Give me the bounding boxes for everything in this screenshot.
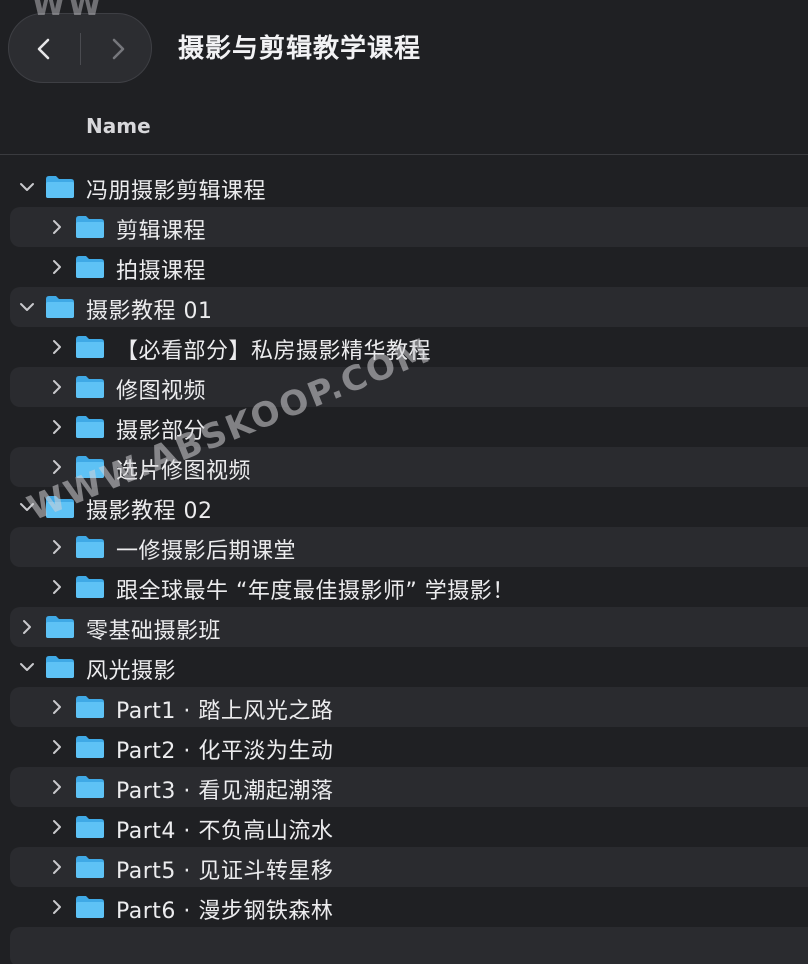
forward-button[interactable] <box>81 14 153 84</box>
folder-icon <box>76 816 104 838</box>
window-title: 摄影与剪辑教学课程 <box>178 34 422 64</box>
chevron-down-icon[interactable] <box>18 658 36 676</box>
chevron-right-icon[interactable] <box>48 378 66 396</box>
chevron-down-icon[interactable] <box>18 178 36 196</box>
folder-row[interactable]: 摄影部分 <box>0 407 808 447</box>
folder-row[interactable]: 拍摄课程 <box>0 247 808 287</box>
folder-icon <box>76 696 104 718</box>
column-header-name[interactable]: Name <box>86 114 151 138</box>
folder-name: 剪辑课程 <box>116 219 207 244</box>
folder-row[interactable]: 跟全球最牛 “年度最佳摄影师” 学摄影！ <box>0 567 808 607</box>
chevron-right-icon[interactable] <box>48 258 66 276</box>
chevron-right-icon[interactable] <box>48 218 66 236</box>
folder-icon <box>76 256 104 278</box>
folder-icon <box>76 736 104 758</box>
chevron-left-icon <box>37 38 50 60</box>
folder-name: 修图视频 <box>116 379 207 404</box>
empty-row <box>0 927 808 964</box>
folder-icon <box>76 216 104 238</box>
folder-name: Part2 · 化平淡为生动 <box>116 739 334 764</box>
folder-row[interactable]: 摄影教程 01 <box>0 287 808 327</box>
folder-name: 零基础摄影班 <box>86 619 222 644</box>
chevron-right-icon[interactable] <box>48 818 66 836</box>
folder-name: Part6 · 漫步钢铁森林 <box>116 899 334 924</box>
folder-icon <box>46 616 74 638</box>
folder-row[interactable]: 一修摄影后期课堂 <box>0 527 808 567</box>
back-button[interactable] <box>9 14 81 84</box>
folder-name: 跟全球最牛 “年度最佳摄影师” 学摄影！ <box>116 579 515 604</box>
folder-name: Part1 · 踏上风光之路 <box>116 699 334 724</box>
folder-icon <box>76 896 104 918</box>
chevron-right-icon <box>112 38 125 60</box>
folder-icon <box>46 296 74 318</box>
chevron-right-icon[interactable] <box>48 858 66 876</box>
folder-row[interactable]: 零基础摄影班 <box>0 607 808 647</box>
row-stripe <box>10 927 808 964</box>
folder-row[interactable]: 冯朋摄影剪辑课程 <box>0 167 808 207</box>
chevron-right-icon[interactable] <box>48 538 66 556</box>
folder-row[interactable]: Part6 · 漫步钢铁森林 <box>0 887 808 927</box>
folder-row[interactable]: 风光摄影 <box>0 647 808 687</box>
folder-row[interactable]: Part5 · 见证斗转星移 <box>0 847 808 887</box>
folder-name: Part4 · 不负高山流水 <box>116 819 334 844</box>
file-list: 冯朋摄影剪辑课程 剪辑课程 拍摄课程 摄影教程 01 【必看部分】私房摄影精华教程 修图视… <box>0 167 808 964</box>
navigation-buttons <box>8 13 152 83</box>
chevron-right-icon[interactable] <box>48 458 66 476</box>
folder-name: Part5 · 见证斗转星移 <box>116 859 334 884</box>
chevron-right-icon[interactable] <box>48 338 66 356</box>
folder-icon <box>76 336 104 358</box>
folder-name: 一修摄影后期课堂 <box>116 539 297 564</box>
folder-row[interactable]: Part3 · 看见潮起潮落 <box>0 767 808 807</box>
chevron-down-icon[interactable] <box>18 298 36 316</box>
folder-icon <box>46 656 74 678</box>
chevron-right-icon[interactable] <box>48 418 66 436</box>
folder-icon <box>76 376 104 398</box>
folder-name: 冯朋摄影剪辑课程 <box>86 179 267 204</box>
folder-icon <box>76 536 104 558</box>
header-divider <box>0 154 808 155</box>
folder-name: Part3 · 看见潮起潮落 <box>116 779 334 804</box>
folder-icon <box>76 576 104 598</box>
folder-icon <box>76 856 104 878</box>
folder-row[interactable]: Part2 · 化平淡为生动 <box>0 727 808 767</box>
chevron-right-icon[interactable] <box>48 738 66 756</box>
folder-row[interactable]: Part1 · 踏上风光之路 <box>0 687 808 727</box>
chevron-right-icon[interactable] <box>18 618 36 636</box>
toolbar: 摄影与剪辑教学课程 <box>0 0 808 100</box>
folder-icon <box>46 176 74 198</box>
chevron-right-icon[interactable] <box>48 778 66 796</box>
chevron-right-icon[interactable] <box>48 898 66 916</box>
chevron-right-icon[interactable] <box>48 578 66 596</box>
folder-icon <box>76 416 104 438</box>
watermark-top: WW <box>32 0 105 23</box>
folder-name: 风光摄影 <box>86 659 177 684</box>
folder-row[interactable]: Part4 · 不负高山流水 <box>0 807 808 847</box>
folder-name: 拍摄课程 <box>116 259 207 284</box>
folder-icon <box>76 776 104 798</box>
folder-name: 摄影教程 01 <box>86 299 213 324</box>
folder-row[interactable]: 剪辑课程 <box>0 207 808 247</box>
chevron-right-icon[interactable] <box>48 698 66 716</box>
